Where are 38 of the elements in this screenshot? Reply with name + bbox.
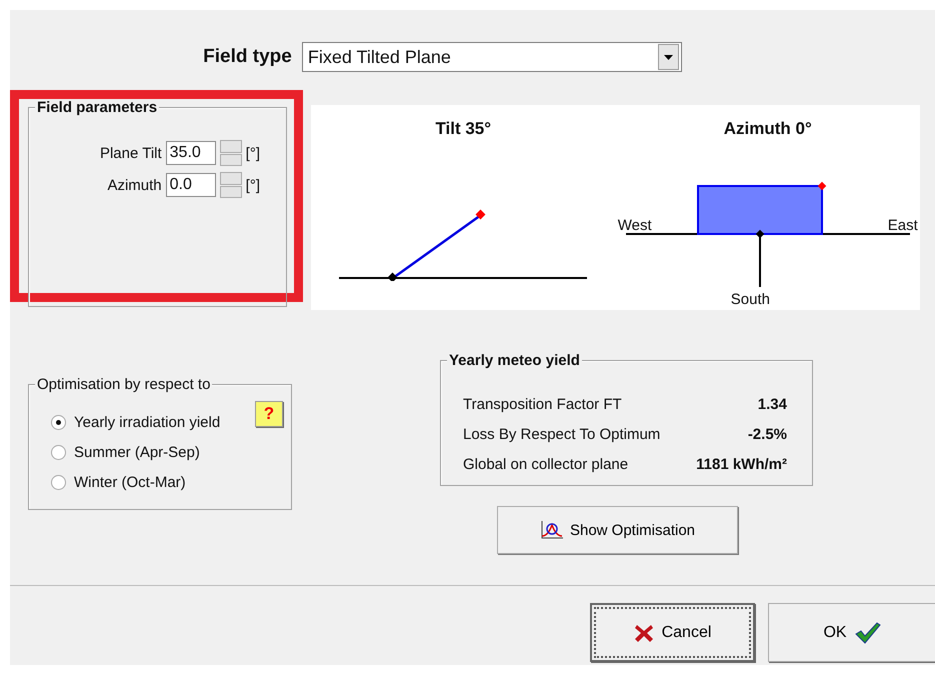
dropdown-arrow-icon — [664, 54, 673, 60]
group-title: Field parameters — [35, 99, 160, 116]
radio-button[interactable] — [51, 414, 66, 430]
group-title: Optimisation by respect to — [35, 376, 212, 393]
yield-label: Global on collector plane — [463, 456, 630, 472]
radio-button[interactable] — [51, 444, 66, 460]
spin-buttons[interactable] — [220, 172, 242, 198]
unit-label: [°] — [246, 144, 260, 162]
south-label: South — [730, 291, 770, 308]
field-type-dropdown[interactable]: Fixed Tilted Plane — [302, 42, 682, 72]
ok-button[interactable]: OK — [768, 603, 935, 662]
help-button[interactable]: ? — [255, 401, 283, 427]
yield-label: Transposition Factor FT — [463, 396, 623, 412]
west-label: West — [618, 217, 652, 234]
field-type-label: Field type — [203, 46, 292, 68]
radio-button[interactable] — [51, 474, 66, 490]
unit-label: [°] — [246, 176, 260, 194]
number-field[interactable]: 35.0 — [166, 141, 216, 165]
parameter-label: Plane Tilt — [100, 144, 162, 162]
yield-value: 1.34 — [756, 396, 787, 412]
yield-value: -2.5% — [746, 426, 787, 442]
checkmark-icon — [854, 622, 881, 644]
group-title: Yearly meteo yield — [447, 352, 582, 369]
radio-label[interactable]: Summer (Apr-Sep) — [74, 444, 200, 460]
east-label: East — [888, 217, 918, 234]
radio-label[interactable]: Yearly irradiation yield — [74, 414, 220, 430]
number-field[interactable]: 0.0 — [166, 173, 216, 197]
spin-buttons[interactable] — [220, 140, 242, 166]
chart-icon — [540, 520, 564, 540]
radio-label[interactable]: Winter (Oct-Mar) — [74, 474, 186, 490]
cross-icon — [634, 622, 654, 642]
tilt-title: Tilt 35° — [435, 119, 492, 139]
show-optimisation-button[interactable]: Show Optimisation — [497, 506, 738, 554]
parameter-label: Azimuth — [107, 176, 162, 194]
azimuth-title: Azimuth 0° — [724, 119, 812, 139]
yield-value: 1181 kWh/m² — [695, 456, 787, 472]
cancel-button[interactable]: Cancel — [590, 603, 755, 662]
yield-label: Loss By Respect To Optimum — [463, 426, 662, 442]
